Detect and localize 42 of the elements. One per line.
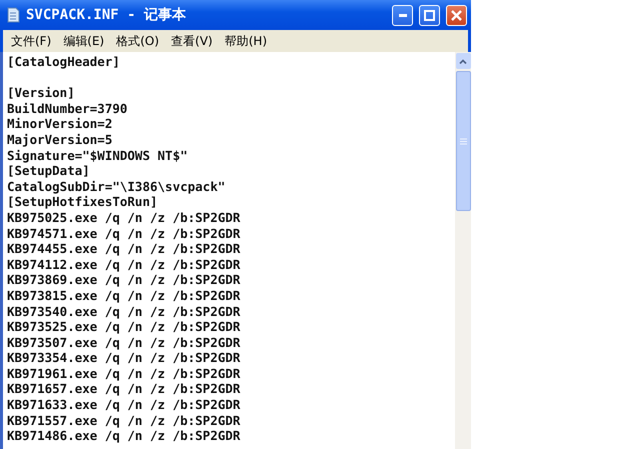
text-line: Signature="$WINDOWS NT$" <box>7 148 189 164</box>
text-line: CatalogSubDir="\I386\svcpack" <box>7 178 226 194</box>
minimize-button[interactable] <box>392 4 413 26</box>
vertical-scrollbar[interactable] <box>455 52 471 449</box>
grip-icon <box>460 138 466 144</box>
text-line: KB973815.exe /q /n /z /b:SP2GDR <box>7 288 242 304</box>
menu-item[interactable]: 文件(F) <box>11 32 52 50</box>
text-line: KB973507.exe /q /n /z /b:SP2GDR <box>7 334 242 350</box>
text-line: KB971557.exe /q /n /z /b:SP2GDR <box>7 412 242 428</box>
scroll-thumb[interactable] <box>456 71 470 211</box>
menu-item[interactable]: 编辑(E) <box>63 32 104 50</box>
window-title: SVCPACK.INF - 记事本 <box>26 6 188 24</box>
menu-item[interactable]: 查看(V) <box>171 32 213 50</box>
text-line: KB973354.exe /q /n /z /b:SP2GDR <box>7 350 242 366</box>
menu-item[interactable]: 格式(O) <box>116 32 160 50</box>
close-icon <box>451 10 462 20</box>
text-line: KB973525.exe /q /n /z /b:SP2GDR <box>7 319 242 335</box>
text-line: BuildNumber=3790 <box>7 100 128 116</box>
text-line: KB973869.exe /q /n /z /b:SP2GDR <box>7 272 242 288</box>
notepad-icon <box>6 7 20 23</box>
text-line: MajorVersion=5 <box>7 132 114 148</box>
minimize-icon <box>398 14 406 16</box>
menu-item[interactable]: 帮助(H) <box>224 32 267 50</box>
text-line: KB971486.exe /q /n /z /b:SP2GDR <box>7 428 242 444</box>
caret-up-icon <box>459 58 467 64</box>
text-line: [CatalogHeader] <box>7 54 121 70</box>
maximize-icon <box>424 10 435 20</box>
close-button[interactable] <box>446 4 467 26</box>
text-line: KB974112.exe /q /n /z /b:SP2GDR <box>7 256 242 272</box>
text-line: KB974571.exe /q /n /z /b:SP2GDR <box>7 226 242 242</box>
text-line: KB971633.exe /q /n /z /b:SP2GDR <box>7 397 242 413</box>
text-line: KB974455.exe /q /n /z /b:SP2GDR <box>7 241 242 257</box>
text-line: KB973540.exe /q /n /z /b:SP2GDR <box>7 304 242 320</box>
text-line: [Version] <box>7 85 76 101</box>
text-line: [SetupHotfixesToRun] <box>7 194 159 210</box>
text-line: [SetupData] <box>7 163 91 179</box>
text-line: KB971657.exe /q /n /z /b:SP2GDR <box>7 381 242 398</box>
scroll-up-button[interactable] <box>456 53 470 69</box>
maximize-button[interactable] <box>419 4 440 26</box>
text-line: KB971961.exe /q /n /z /b:SP2GDR <box>7 366 242 382</box>
text-line: MinorVersion=2 <box>7 116 114 132</box>
text-line: KB975025.exe /q /n /z /b:SP2GDR <box>7 210 242 226</box>
